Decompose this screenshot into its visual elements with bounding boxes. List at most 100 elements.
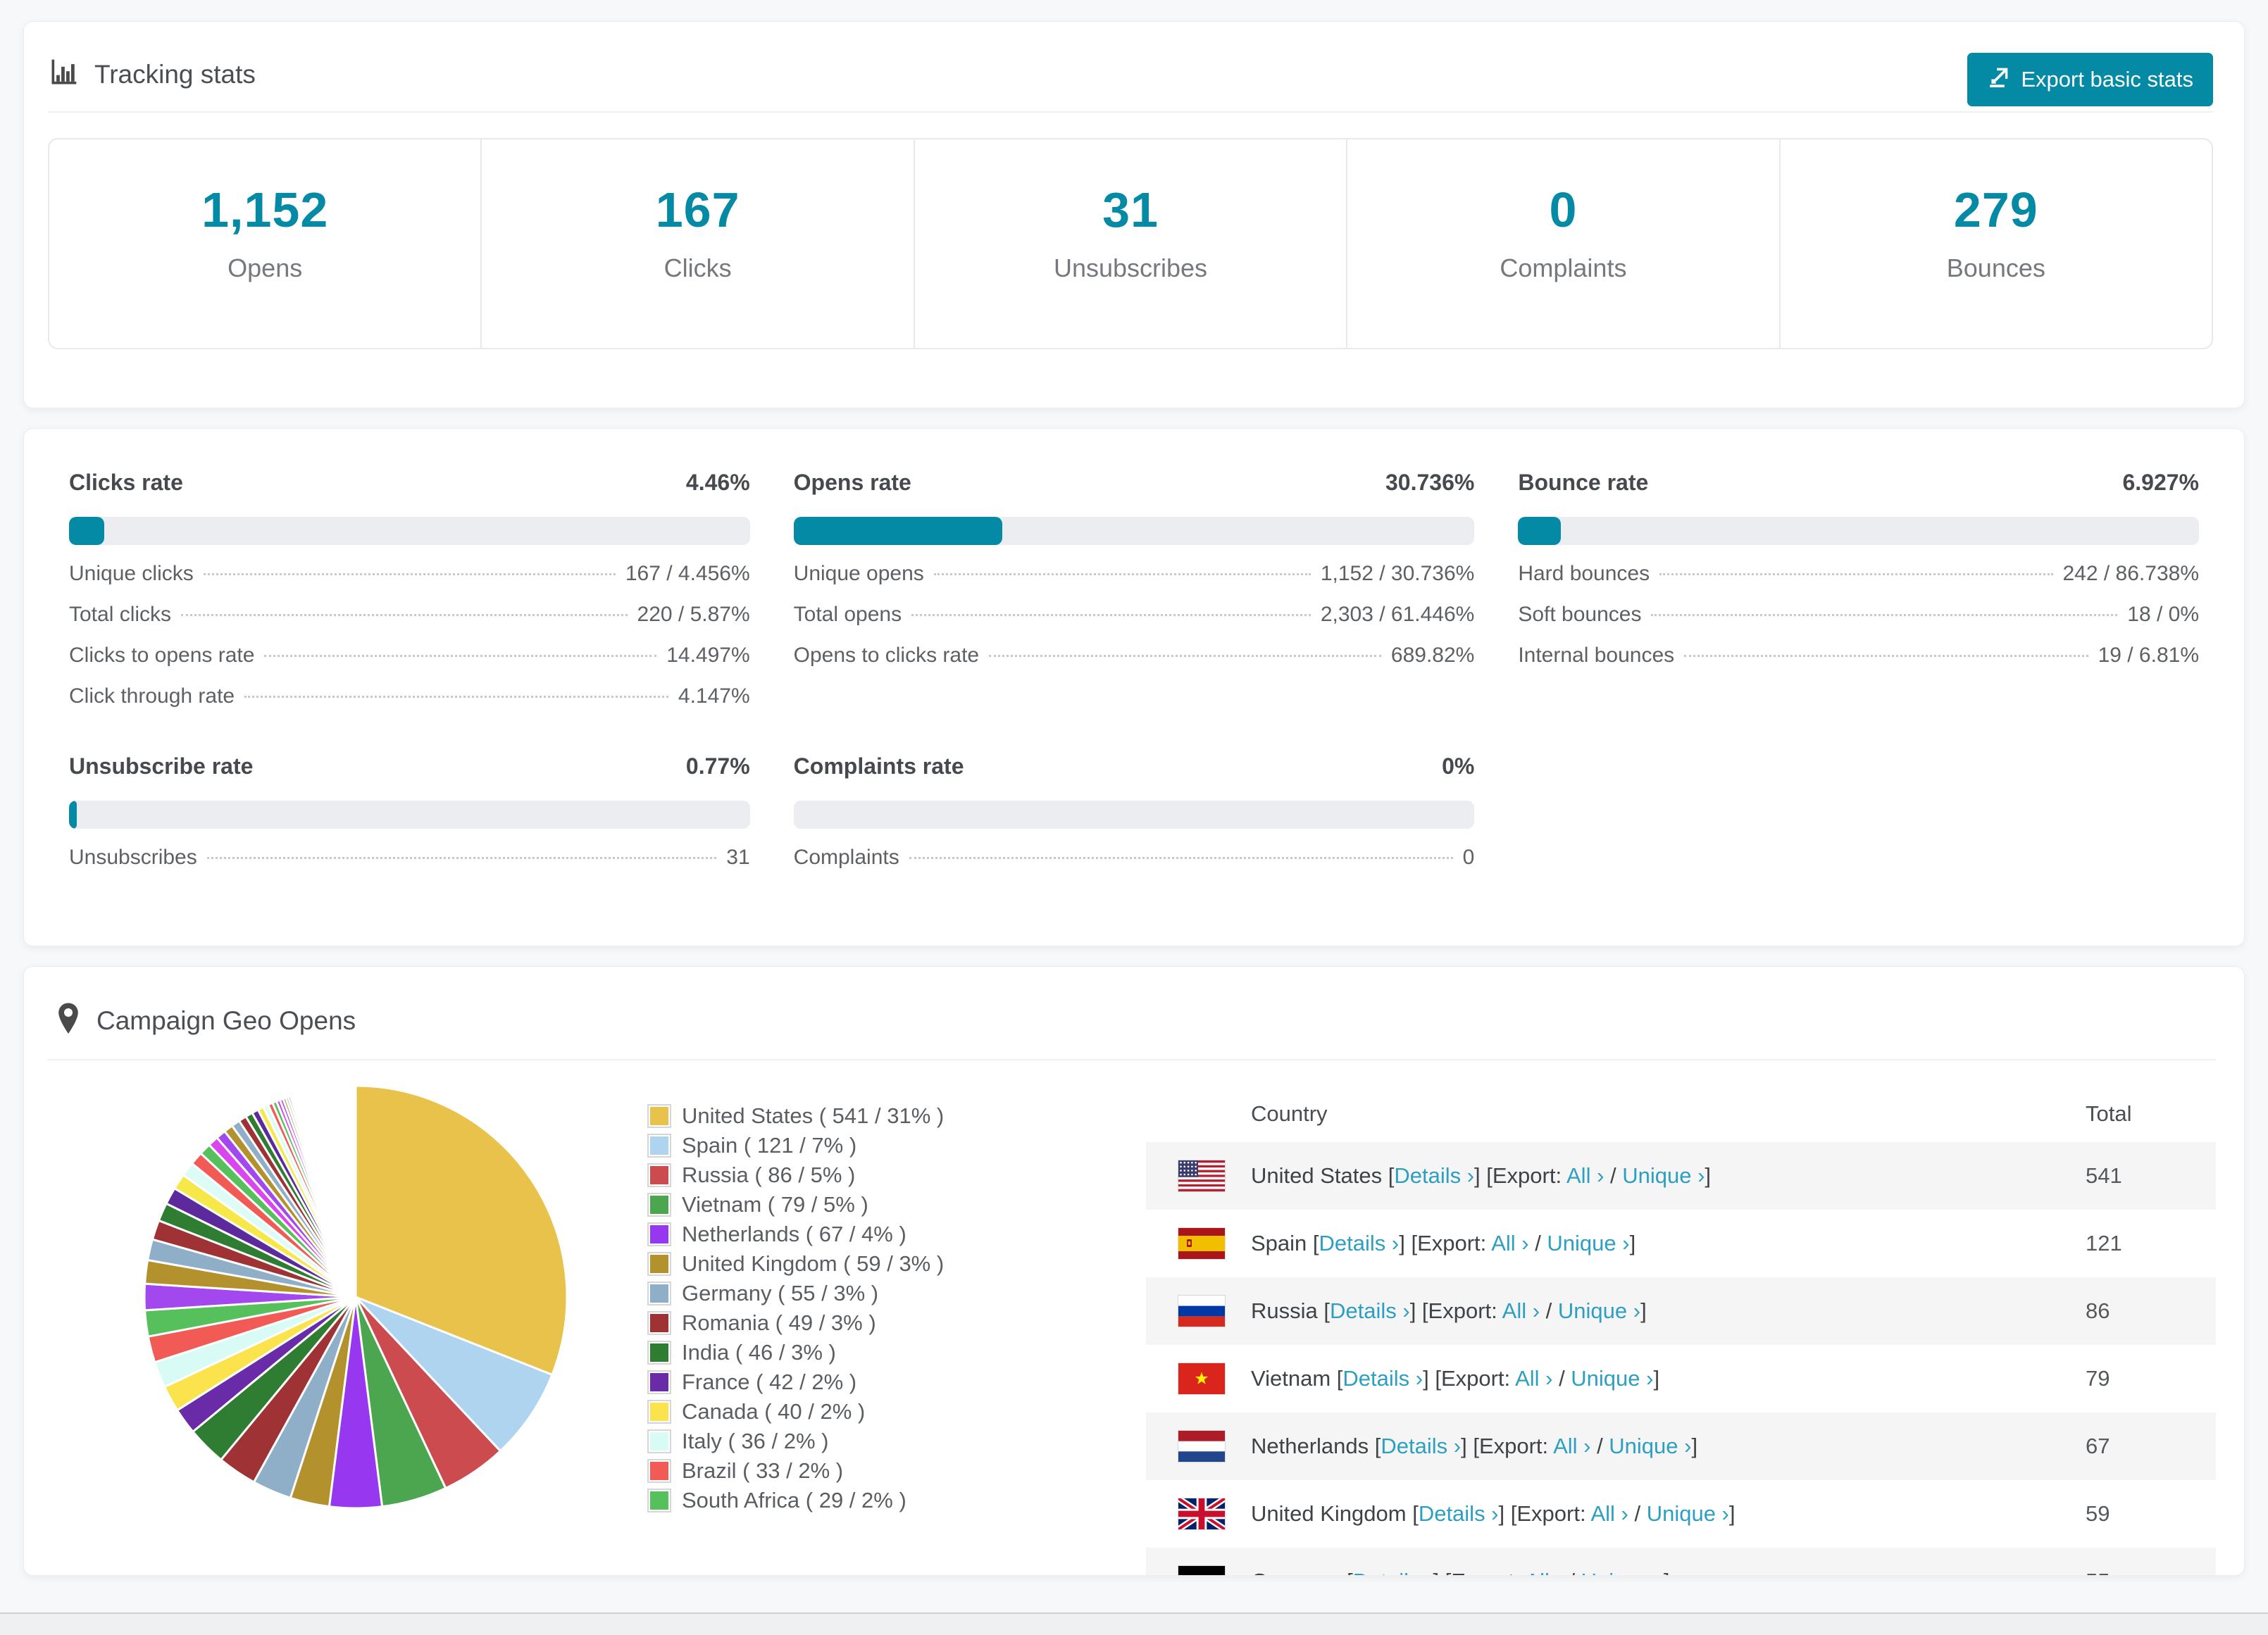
bracket-text: ] (1691, 1434, 1698, 1458)
stat-label: Bounces (1946, 253, 2045, 282)
details-link[interactable]: Details › (1394, 1163, 1474, 1188)
geo-content: United States ( 541 / 31% ) Spain ( 121 /… (47, 1060, 2244, 1575)
details-link[interactable]: Details › (1419, 1501, 1499, 1526)
export-all-link[interactable]: All › (1515, 1366, 1552, 1391)
details-link[interactable]: Details › (1353, 1569, 1433, 1575)
export-all-link[interactable]: All › (1525, 1569, 1562, 1575)
rate-row: Unique opens 1,152 / 30.736% (794, 562, 1475, 586)
country-cell: Russia [Details ›] [Export: All › / Uniq… (1251, 1298, 1647, 1324)
legend-item: Canada ( 40 / 2% ) (647, 1397, 1146, 1427)
country-name: United Kingdom (1251, 1501, 1413, 1526)
rate-row-label: Unsubscribes (69, 846, 197, 869)
details-link[interactable]: Details › (1319, 1231, 1400, 1255)
legend-swatch (647, 1459, 671, 1483)
bracket-text: [ (1347, 1569, 1353, 1575)
country-flag-es (1178, 1228, 1225, 1259)
export-all-link[interactable]: All › (1590, 1501, 1628, 1526)
country-cell: Vietnam [Details ›] [Export: All › / Uni… (1251, 1366, 1659, 1391)
export-icon (1987, 65, 2011, 94)
legend-label: Netherlands ( 67 / 4% ) (682, 1222, 906, 1246)
rate-row-value: 31 (726, 846, 750, 869)
country-name: Vietnam (1251, 1366, 1337, 1391)
table-row-nl: Netherlands [Details ›] [Export: All › /… (1146, 1412, 2216, 1480)
legend-label: Italy ( 36 / 2% ) (682, 1429, 829, 1453)
legend-item: Brazil ( 33 / 2% ) (647, 1456, 1146, 1486)
bracket-text: ] (1705, 1163, 1712, 1188)
legend-item: Italy ( 36 / 2% ) (647, 1427, 1146, 1456)
rate-progress-fill (69, 517, 105, 545)
legend-label: Vietnam ( 79 / 5% ) (682, 1192, 868, 1217)
export-unique-link[interactable]: Unique › (1622, 1163, 1705, 1188)
legend-item: United States ( 541 / 31% ) (647, 1101, 1146, 1131)
export-unique-link[interactable]: Unique › (1558, 1298, 1640, 1323)
bracket-text: [ (1412, 1501, 1419, 1526)
country-cell: United States [Details ›] [Export: All ›… (1251, 1163, 1711, 1189)
dotted-leader (203, 573, 616, 575)
country-cell: United Kingdom [Details ›] [Export: All … (1251, 1501, 1736, 1527)
rate-row-label: Opens to clicks rate (793, 644, 980, 667)
rate-row-label: Total opens (793, 603, 902, 626)
legend-swatch (647, 1311, 671, 1335)
export-all-link[interactable]: All › (1566, 1163, 1604, 1188)
legend-label: Romania ( 49 / 3% ) (682, 1310, 876, 1335)
stat-label: Complaints (1500, 253, 1627, 282)
legend-swatch (647, 1341, 671, 1365)
legend-swatch (647, 1489, 671, 1512)
export-all-link[interactable]: All › (1502, 1298, 1540, 1323)
country-name: Netherlands (1251, 1434, 1375, 1458)
rate-row: Hard bounces 242 / 86.738% (1518, 562, 2199, 586)
rate-row-label: Click through rate (69, 684, 235, 708)
country-flag-us (1178, 1160, 1225, 1191)
rate-row-label: Soft bounces (1518, 603, 1642, 626)
bar-chart-icon (48, 57, 79, 92)
export-basic-stats-button[interactable]: Export basic stats (1967, 53, 2213, 106)
table-row-ru: Russia [Details ›] [Export: All › / Uniq… (1146, 1277, 2216, 1345)
rate-title: Unsubscribe rate (69, 753, 254, 779)
rate-progress-fill (1518, 517, 1562, 545)
country-cell: Spain [Details ›] [Export: All › / Uniqu… (1251, 1231, 1635, 1256)
rate-row: Click through rate 4.147% (69, 684, 750, 708)
export-unique-link[interactable]: Unique › (1647, 1501, 1729, 1526)
export-unique-link[interactable]: Unique › (1581, 1569, 1664, 1575)
export-unique-link[interactable]: Unique › (1609, 1434, 1691, 1458)
rate-progress-track (69, 801, 750, 829)
bottom-scroll-strip (0, 1612, 2268, 1635)
table-row-vn: Vietnam [Details ›] [Export: All › / Uni… (1146, 1345, 2216, 1412)
stat-cell: 31 Unsubscribes (913, 139, 1346, 348)
rate-progress-fill (69, 801, 77, 829)
country-flag-de (1178, 1566, 1225, 1575)
bracket-text: ] [Export: (1399, 1231, 1492, 1255)
details-link[interactable]: Details › (1381, 1434, 1461, 1458)
stat-value: 31 (1102, 182, 1159, 237)
export-unique-link[interactable]: Unique › (1571, 1366, 1653, 1391)
legend-item: Netherlands ( 67 / 4% ) (647, 1220, 1146, 1249)
legend-label: Spain ( 121 / 7% ) (682, 1133, 857, 1158)
export-unique-link[interactable]: Unique › (1547, 1231, 1629, 1255)
rate-title: Bounce rate (1518, 470, 1649, 495)
export-all-link[interactable]: All › (1491, 1231, 1528, 1255)
details-link[interactable]: Details › (1330, 1298, 1410, 1323)
legend-item: Romania ( 49 / 3% ) (647, 1308, 1146, 1338)
rate-rows: Unique opens 1,152 / 30.736% Total opens 2,… (794, 562, 1475, 668)
rate-row-value: 1,152 / 30.736% (1320, 562, 1475, 585)
rate-row-value: 4.147% (678, 684, 750, 708)
export-all-link[interactable]: All › (1553, 1434, 1590, 1458)
country-flag-ru (1178, 1296, 1225, 1327)
geo-title: Campaign Geo Opens (96, 1006, 356, 1035)
geo-pie-chart (143, 1084, 568, 1510)
legend-swatch (647, 1400, 671, 1424)
geo-legend: United States ( 541 / 31% ) Spain ( 121 /… (611, 1060, 1146, 1575)
bracket-text: ] [Export: (1498, 1501, 1591, 1526)
rate-row-value: 689.82% (1390, 644, 1475, 667)
rate-row-label: Unique clicks (69, 562, 194, 585)
details-link[interactable]: Details › (1342, 1366, 1423, 1391)
rate-progress-track (793, 801, 1475, 829)
dotted-leader (264, 655, 657, 657)
rate-heading: Clicks rate 4.46% (69, 470, 750, 496)
rate-row: Unsubscribes 31 (69, 846, 750, 870)
rate-percent: 4.46% (685, 470, 750, 495)
rate-row-value: 167 / 4.456% (625, 562, 750, 585)
rate-row-label: Hard bounces (1518, 562, 1650, 585)
dotted-leader (181, 614, 628, 616)
stat-cell: 167 Clicks (480, 139, 913, 348)
